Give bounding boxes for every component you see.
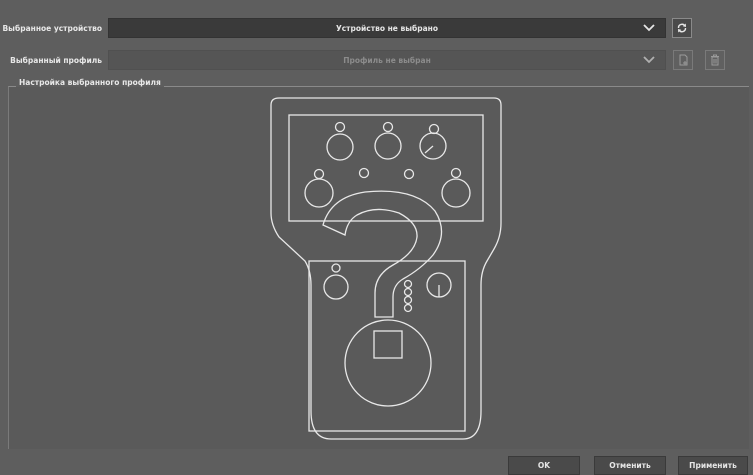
chevron-down-icon: [643, 24, 655, 32]
ok-button[interactable]: OK: [508, 456, 580, 475]
refresh-icon: [677, 23, 687, 33]
device-label: Выбранное устройство: [2, 23, 102, 33]
unknown-device-illustration: [270, 97, 502, 440]
profile-select[interactable]: Профиль не выбран: [108, 50, 666, 70]
device-select[interactable]: Устройство не выбрано: [108, 18, 666, 38]
chevron-down-icon: [643, 56, 655, 64]
cancel-button[interactable]: Отменить: [594, 456, 666, 475]
apply-button[interactable]: Применить: [678, 456, 748, 475]
trash-icon: [711, 54, 719, 66]
delete-profile-button[interactable]: [705, 50, 725, 70]
new-document-icon: [679, 54, 687, 66]
refresh-button[interactable]: [672, 18, 692, 38]
device-row: Выбранное устройство: [0, 17, 106, 39]
profile-label: Выбранный профиль: [10, 55, 102, 65]
new-profile-button[interactable]: [673, 50, 693, 70]
profile-settings-title: Настройка выбранного профиля: [16, 78, 164, 87]
profile-row: Выбранный профиль: [0, 49, 106, 71]
profile-select-value: Профиль не выбран: [343, 55, 431, 65]
device-select-value: Устройство не выбрано: [335, 23, 439, 33]
profile-settings-group: [8, 86, 749, 449]
